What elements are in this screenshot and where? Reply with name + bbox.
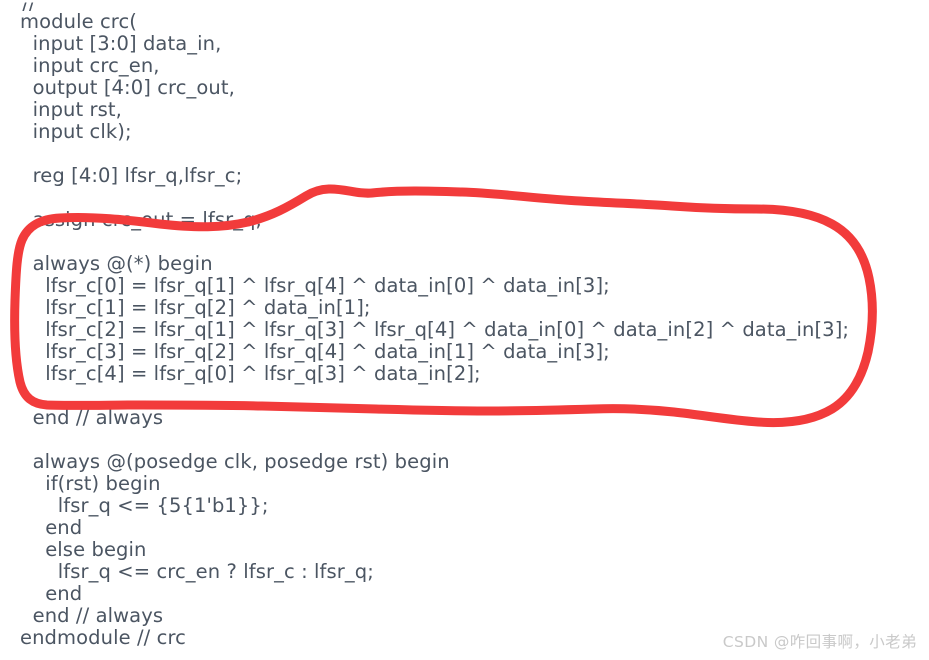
code-line: always @(*) begin — [20, 252, 213, 275]
code-line: input crc_en, — [20, 54, 160, 77]
code-line: output [4:0] crc_out, — [20, 76, 235, 99]
code-line: lfsr_c[1] = lfsr_q[2] ^ data_in[1]; — [20, 296, 371, 319]
code-line: lfsr_q <= {5{1'b1}}; — [20, 494, 269, 517]
csdn-watermark: CSDN @咋回事啊，小老弟 — [722, 633, 917, 651]
code-line: end // always — [20, 406, 164, 429]
code-line: end // always — [20, 604, 164, 627]
code-line: always @(posedge clk, posedge rst) begin — [20, 450, 450, 473]
code-line: input clk); — [20, 120, 132, 143]
code-line: if(rst) begin — [20, 472, 161, 495]
code-line: else begin — [20, 538, 147, 561]
code-line: input [3:0] data_in, — [20, 32, 222, 55]
code-line: end — [20, 582, 83, 605]
code-line: lfsr_q <= crc_en ? lfsr_c : lfsr_q; — [20, 560, 374, 583]
screenshot-root: //module crc( input [3:0] data_in, input… — [0, 0, 929, 660]
code-line: lfsr_c[0] = lfsr_q[1] ^ lfsr_q[4] ^ data… — [20, 274, 610, 297]
code-line: lfsr_c[2] = lfsr_q[1] ^ lfsr_q[3] ^ lfsr… — [20, 318, 850, 341]
code-line: lfsr_c[3] = lfsr_q[2] ^ lfsr_q[4] ^ data… — [20, 340, 610, 363]
code-line: assign crc_out = lfsr_q; — [20, 208, 263, 231]
code-line: reg [4:0] lfsr_q,lfsr_c; — [20, 164, 243, 187]
code-line: input rst, — [20, 98, 122, 121]
code-line: module crc( — [20, 10, 138, 33]
code-line: lfsr_c[4] = lfsr_q[0] ^ lfsr_q[3] ^ data… — [20, 362, 481, 385]
code-line: end — [20, 516, 83, 539]
code-block: //module crc( input [3:0] data_in, input… — [0, 0, 929, 649]
code-line: // — [0, 0, 929, 11]
